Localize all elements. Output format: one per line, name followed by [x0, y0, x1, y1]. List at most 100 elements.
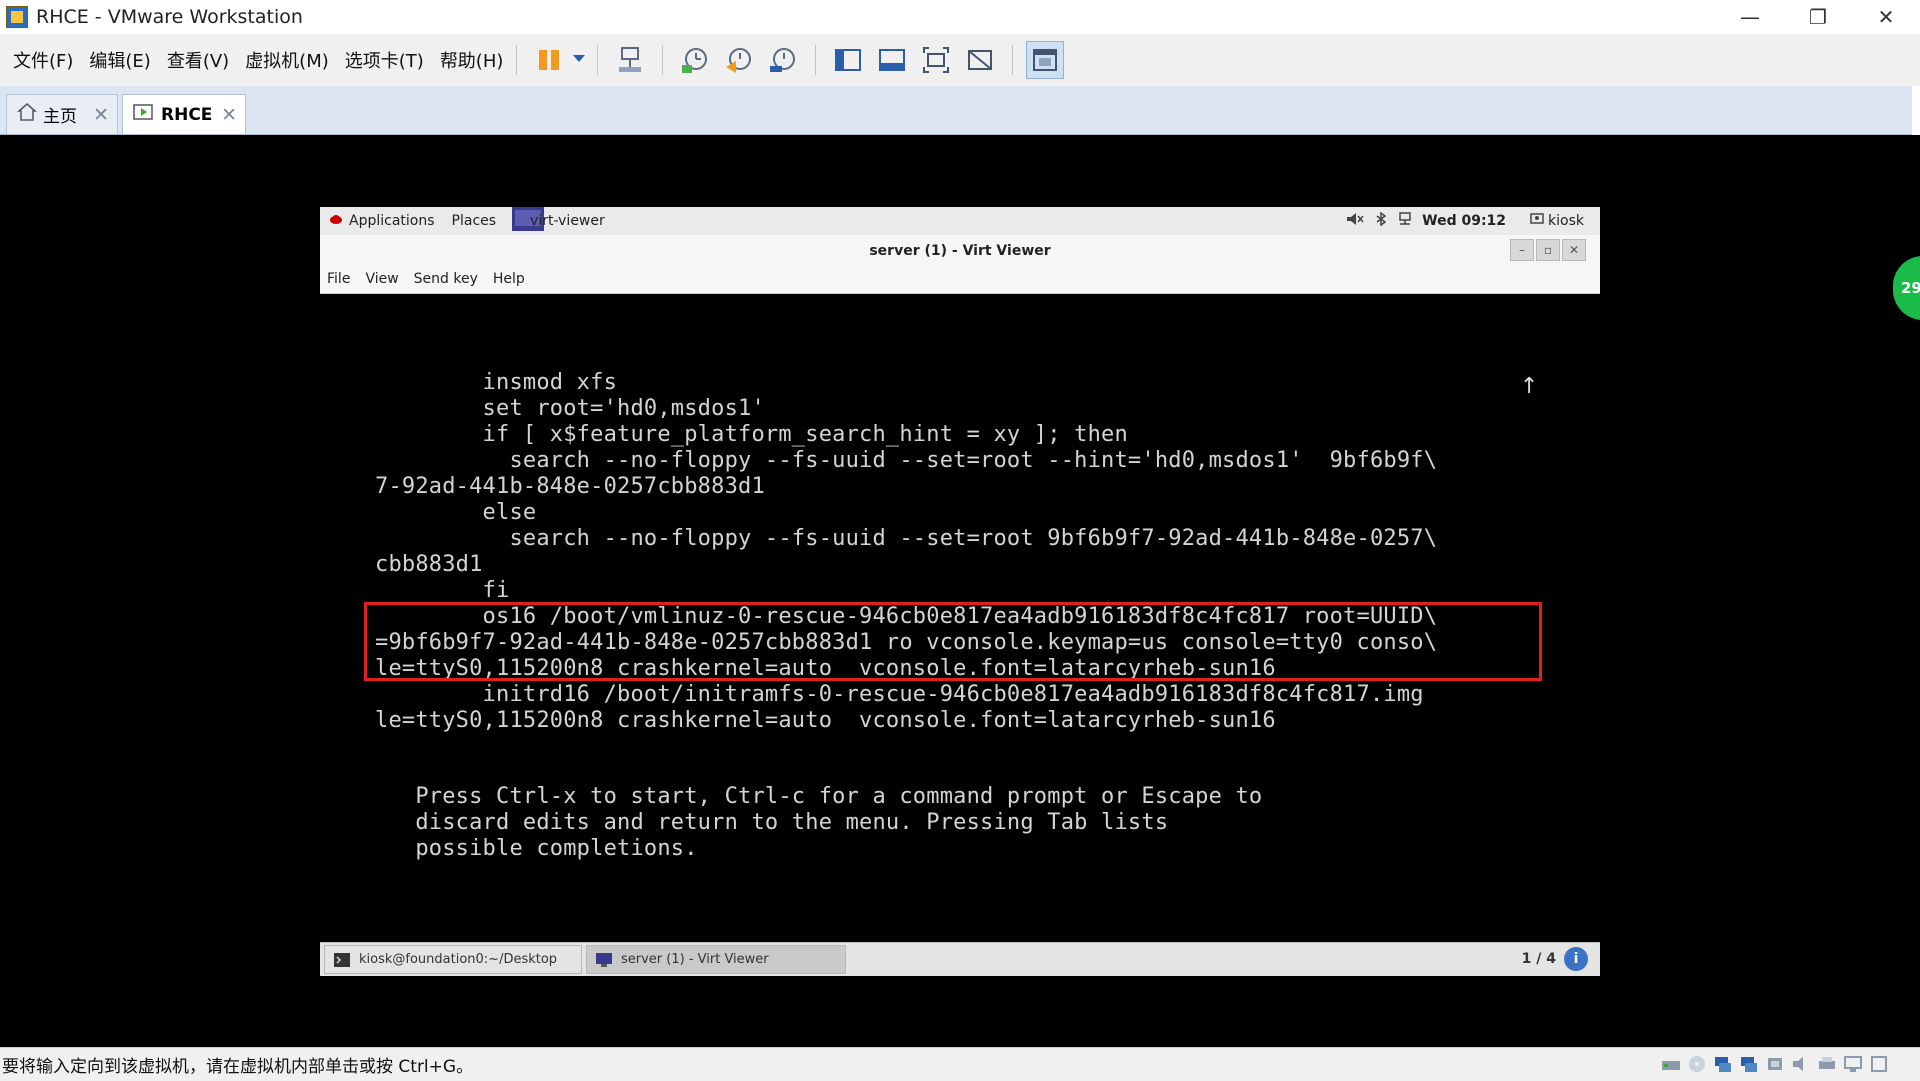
virt-minimize-button[interactable]: –: [1510, 239, 1534, 261]
display-icon[interactable]: [1842, 1054, 1864, 1074]
pause-button[interactable]: [530, 41, 568, 79]
sound-card-icon[interactable]: [1790, 1054, 1812, 1074]
menu-vm[interactable]: 虚拟机(M): [245, 47, 329, 73]
statusbar: 要将输入定向到该虚拟机，请在虚拟机内部单击或按 Ctrl+G。: [0, 1047, 1920, 1081]
task-terminal-label: kiosk@foundation0:~/Desktop: [359, 952, 558, 967]
bluetooth-icon[interactable]: [1376, 211, 1387, 230]
guest-top-panel: Applications Places virt-viewer Wed 09:1…: [320, 207, 1600, 236]
virt-close-button[interactable]: ✕: [1562, 239, 1586, 261]
toolbar-separator: [516, 45, 518, 75]
home-icon: [17, 102, 37, 127]
virt-window-controls: – ▫ ✕: [1510, 239, 1586, 261]
toolbar-separator: [662, 45, 664, 75]
pause-dropdown[interactable]: [571, 50, 587, 70]
grub-line: insmod xfs: [375, 370, 618, 395]
help-line: possible completions.: [375, 836, 698, 861]
grub-help-text: Press Ctrl-x to start, Ctrl-c for a comm…: [375, 784, 1262, 862]
grub-line: search --no-floppy --fs-uuid --set=root …: [375, 448, 1438, 473]
vm-icon: [133, 102, 155, 127]
task-virt-viewer[interactable]: server (1) - Virt Viewer: [586, 945, 846, 974]
user-menu[interactable]: kiosk: [1548, 213, 1584, 229]
guest-taskbar: kiosk@foundation0:~/Desktop server (1) -…: [320, 942, 1600, 976]
thumbnail-bar-icon: [879, 49, 906, 71]
clock[interactable]: Wed 09:12: [1422, 213, 1506, 229]
virt-menu-view[interactable]: View: [365, 271, 398, 287]
tab-rhce[interactable]: RHCE ✕: [122, 94, 246, 134]
printer-icon[interactable]: [1816, 1054, 1838, 1074]
virt-viewer-menubar: File View Send key Help: [327, 271, 525, 287]
snapshot-take-button[interactable]: [676, 41, 714, 79]
terminal-icon: [334, 952, 350, 967]
menu-help[interactable]: 帮助(H): [440, 47, 504, 73]
minimize-button[interactable]: —: [1716, 0, 1784, 34]
snapshot-clock-icon: [682, 48, 708, 73]
grub-line: initrd16 /boot/initramfs-0-rescue-946cb0…: [375, 682, 1424, 707]
highlight-annotation-box: [364, 602, 1542, 681]
virt-menu-help[interactable]: Help: [493, 271, 525, 287]
snapshot-manager-button[interactable]: [764, 41, 802, 79]
full-screen-button[interactable]: [917, 41, 955, 79]
task-terminal[interactable]: kiosk@foundation0:~/Desktop: [324, 945, 582, 974]
close-tab-icon[interactable]: ✕: [93, 104, 109, 126]
snapshot-revert-icon: [726, 48, 752, 73]
virt-menu-file[interactable]: File: [327, 271, 350, 287]
grub-line: cbb883d1: [375, 552, 483, 577]
library-panel-icon: [835, 49, 862, 71]
tab-rhce-label: RHCE: [161, 104, 213, 125]
unity-mode-icon: [968, 50, 993, 70]
snapshot-manager-icon: [770, 48, 796, 72]
tab-home[interactable]: 主页 ✕: [6, 94, 118, 134]
menu-file[interactable]: 文件(F): [13, 47, 73, 73]
menubar: 文件(F) 编辑(E) 查看(V) 虚拟机(M) 选项卡(T) 帮助(H): [0, 34, 1920, 87]
tab-home-label: 主页: [43, 107, 77, 127]
grub-line: set root='hd0,msdos1': [375, 396, 765, 421]
show-thumbnail-button[interactable]: [873, 41, 911, 79]
virt-viewer-title: server (1) - Virt Viewer: [869, 243, 1051, 259]
places-menu[interactable]: Places: [452, 213, 497, 229]
workspace-pager[interactable]: 1 / 4: [1522, 951, 1556, 967]
message-log-icon[interactable]: [1868, 1054, 1890, 1074]
window-title: RHCE - VMware Workstation: [36, 6, 303, 28]
send-ctrl-alt-del-button[interactable]: [611, 41, 649, 79]
virt-viewer-window-header: server (1) - Virt Viewer File View Send …: [320, 235, 1600, 294]
volume-icon[interactable]: [1346, 212, 1364, 230]
virt-maximize-button[interactable]: ▫: [1536, 239, 1560, 261]
monitor-icon: [596, 952, 612, 967]
menu-tabs[interactable]: 选项卡(T): [345, 47, 424, 73]
toolbar-separator: [597, 45, 599, 75]
grub-line: else: [375, 500, 537, 525]
network-adapter-icon[interactable]: [1712, 1054, 1734, 1074]
console-view-icon: [1033, 49, 1058, 71]
unity-button[interactable]: [961, 41, 999, 79]
status-message: 要将输入定向到该虚拟机，请在虚拟机内部单击或按 Ctrl+G。: [2, 1057, 474, 1077]
close-tab-icon[interactable]: ✕: [221, 104, 237, 126]
info-icon[interactable]: i: [1564, 947, 1588, 971]
cd-dvd-icon[interactable]: [1686, 1054, 1708, 1074]
window-titlebar: RHCE - VMware Workstation — ❐ ✕: [0, 0, 1920, 34]
pause-icon: [539, 50, 560, 70]
toolbar-separator: [1012, 45, 1014, 75]
window-controls: — ❐ ✕: [1716, 0, 1920, 34]
grub-line: 7-92ad-441b-848e-0257cbb883d1: [375, 474, 765, 499]
device-tray: [1660, 1054, 1890, 1074]
console-view-button[interactable]: [1026, 41, 1065, 79]
usb-icon[interactable]: [1764, 1054, 1786, 1074]
fullscreen-icon: [923, 47, 950, 73]
grub-line: le=ttyS0,115200n8 crashkernel=auto vcons…: [375, 708, 1276, 733]
user-icon: [1530, 213, 1544, 229]
active-window-name[interactable]: virt-viewer: [530, 213, 605, 229]
menu-edit[interactable]: 编辑(E): [89, 47, 150, 73]
menu-view[interactable]: 查看(V): [167, 47, 229, 73]
scroll-up-indicator: ↑: [1520, 374, 1539, 399]
snapshot-revert-button[interactable]: [720, 41, 758, 79]
close-button[interactable]: ✕: [1852, 0, 1920, 34]
show-library-button[interactable]: [829, 41, 867, 79]
hard-disk-icon[interactable]: [1660, 1054, 1682, 1074]
virt-menu-send-key[interactable]: Send key: [414, 271, 478, 287]
applications-menu[interactable]: Applications: [349, 213, 435, 229]
network-computer-icon: [619, 47, 642, 72]
restore-button[interactable]: ❐: [1784, 0, 1852, 34]
network-wired-icon[interactable]: [1398, 212, 1412, 230]
network-adapter-icon[interactable]: [1738, 1054, 1760, 1074]
vm-tab-bar: 主页 ✕ RHCE ✕: [0, 86, 1920, 135]
